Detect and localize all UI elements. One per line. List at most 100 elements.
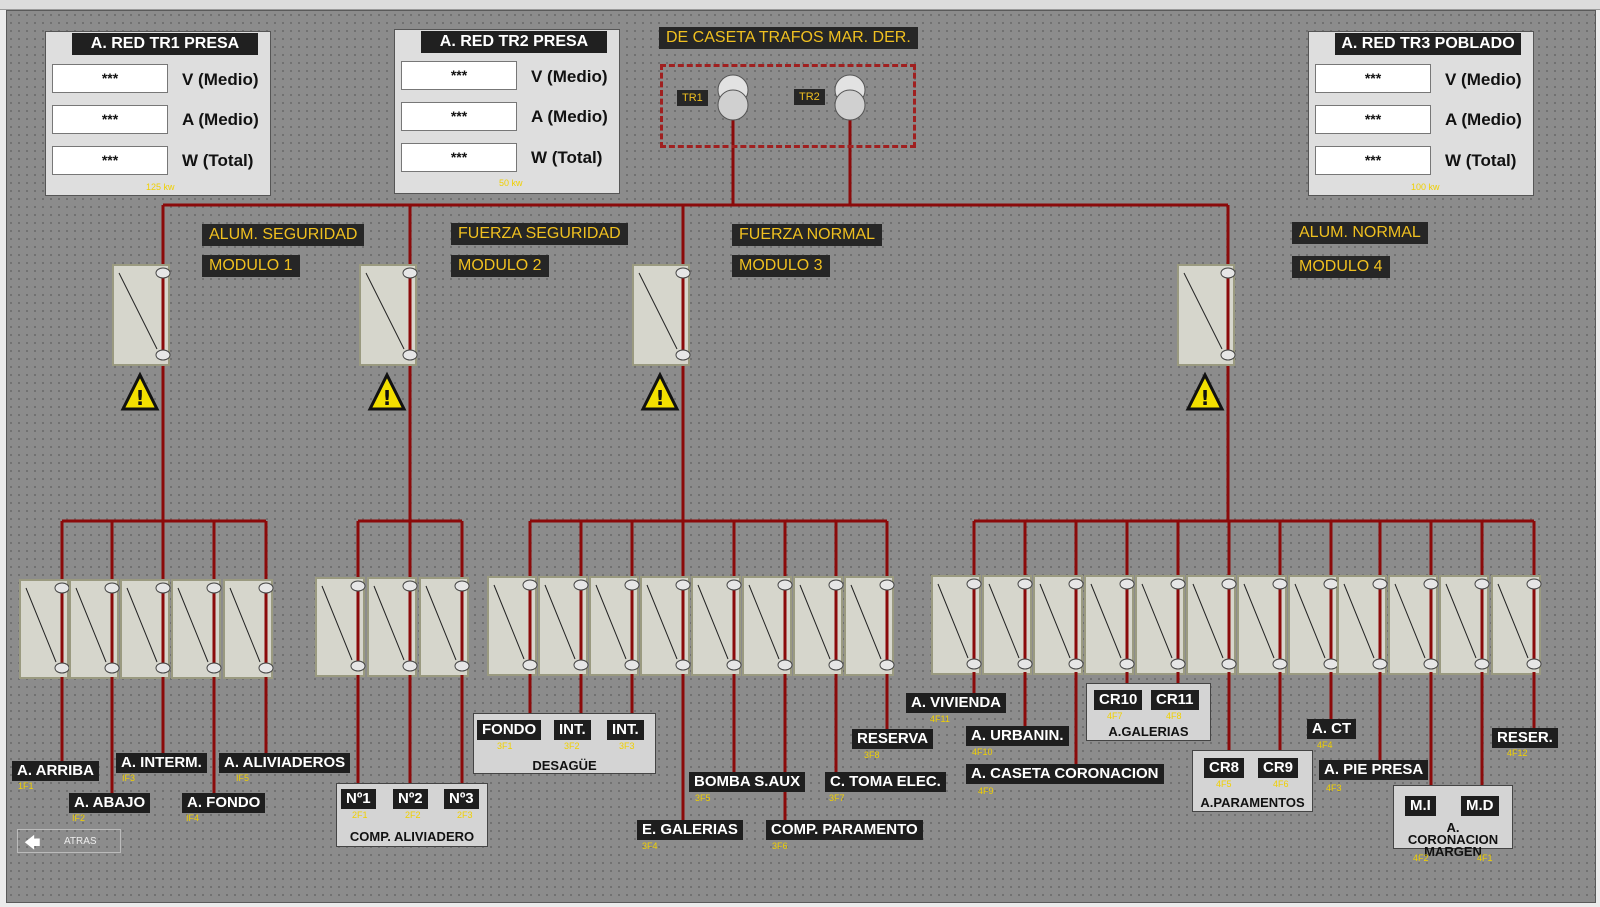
panel-tr3-title: A. RED TR3 POBLADO bbox=[1335, 33, 1521, 55]
feeder-n3[interactable]: Nº3 bbox=[444, 789, 479, 809]
feeder-n1-code: 2F1 bbox=[352, 810, 368, 820]
feeder-a-abajo[interactable]: A. ABAJO bbox=[69, 793, 151, 813]
tr3-current-value: *** bbox=[1315, 105, 1431, 134]
feeder-c-toma-elec[interactable]: C. TOMA ELEC. bbox=[825, 772, 946, 792]
feeder-reserva-code: 3F8 bbox=[864, 750, 880, 760]
module1-label: MODULO 1 bbox=[202, 255, 300, 277]
panel-tr2: A. RED TR2 PRESA *** V (Medio) *** A (Me… bbox=[394, 29, 620, 194]
tr1-label: TR1 bbox=[677, 90, 708, 106]
tr3-voltage-unit: V (Medio) bbox=[1445, 70, 1522, 89]
feeder-a-arriba-code: 1F1 bbox=[18, 781, 34, 791]
feeder-reserva[interactable]: RESERVA bbox=[852, 729, 934, 749]
feeder-comp-paramento-code: 3F6 bbox=[772, 841, 788, 851]
tr1-voltage-value: *** bbox=[52, 64, 168, 93]
comp-aliviadero-group-label: COMP. ALIVIADERO bbox=[349, 829, 475, 844]
tr1-power-value: *** bbox=[52, 146, 168, 175]
feeder-a-fondo-code: IF4 bbox=[186, 813, 200, 823]
feeder-a-fondo[interactable]: A. FONDO bbox=[182, 793, 266, 813]
tr1-power-unit: W (Total) bbox=[182, 151, 254, 170]
feeder-comp-paramento[interactable]: COMP. PARAMENTO bbox=[766, 820, 923, 840]
transformer-station-title: DE CASETA TRAFOS MAR. DER. bbox=[659, 27, 918, 49]
feeder-cr10[interactable]: CR10 bbox=[1094, 690, 1143, 710]
galerias-group-label: A.GALERIAS bbox=[1108, 724, 1189, 739]
feeder-fondo[interactable]: FONDO bbox=[477, 720, 542, 740]
feeder-bomba-saux-code: 3F5 bbox=[695, 793, 711, 803]
feeder-a-aliviaderos-code: IF5 bbox=[236, 773, 250, 783]
arrow-left-icon: 🡄 bbox=[24, 835, 41, 852]
module2-label: MODULO 2 bbox=[451, 255, 549, 277]
feeder-int-2-code: 3F3 bbox=[619, 741, 635, 751]
feeder-reser[interactable]: RESER. bbox=[1492, 728, 1558, 748]
feeder-a-urbanin[interactable]: A. URBANIN. bbox=[966, 726, 1069, 746]
feeder-e-galerias-code: 3F4 bbox=[642, 841, 658, 851]
tr3-power-unit: W (Total) bbox=[1445, 151, 1517, 170]
panel-tr1-title: A. RED TR1 PRESA bbox=[72, 33, 258, 55]
tr3-current-unit: A (Medio) bbox=[1445, 110, 1522, 129]
feeder-cr10-code: 4F7 bbox=[1107, 711, 1123, 721]
module2-name: FUERZA SEGURIDAD bbox=[451, 223, 628, 245]
feeder-md-code: 4F1 bbox=[1477, 853, 1493, 863]
panel-tr3: A. RED TR3 POBLADO *** V (Medio) *** A (… bbox=[1308, 31, 1534, 196]
back-button[interactable]: 🡄 ATRAS bbox=[17, 829, 121, 853]
feeder-cr11[interactable]: CR11 bbox=[1151, 690, 1199, 710]
feeder-cr9-code: 4F6 bbox=[1273, 779, 1289, 789]
module4-label: MODULO 4 bbox=[1292, 256, 1390, 278]
tr1-rated-power: 125 kw bbox=[146, 182, 175, 192]
paramentos-group-label: A.PARAMENTOS bbox=[1200, 795, 1305, 810]
back-button-label: ATRAS bbox=[64, 836, 97, 847]
feeder-mi-code: 4F2 bbox=[1413, 853, 1429, 863]
feeder-a-vivienda[interactable]: A. VIVIENDA bbox=[906, 693, 1007, 713]
feeder-a-ct[interactable]: A. CT bbox=[1307, 719, 1357, 739]
feeder-c-toma-elec-code: 3F7 bbox=[829, 793, 845, 803]
feeder-a-arriba[interactable]: A. ARRIBA bbox=[12, 761, 99, 781]
tr3-rated-power: 100 kw bbox=[1411, 182, 1440, 192]
tr2-current-value: *** bbox=[401, 102, 517, 131]
tr1-voltage-unit: V (Medio) bbox=[182, 70, 259, 89]
feeder-a-aliviaderos[interactable]: A. ALIVIADEROS bbox=[219, 753, 351, 773]
coronacion-group: A. CORONACION MARGEN bbox=[1393, 785, 1513, 858]
module4-name: ALUM. NORMAL bbox=[1292, 222, 1428, 244]
feeder-a-ct-code: 4F4 bbox=[1317, 740, 1333, 750]
feeder-int-1[interactable]: INT. bbox=[554, 720, 591, 740]
tr3-voltage-value: *** bbox=[1315, 64, 1431, 93]
feeder-md[interactable]: M.D bbox=[1461, 796, 1499, 816]
feeder-n3-code: 2F3 bbox=[457, 810, 473, 820]
feeder-a-interm-code: IF3 bbox=[122, 773, 136, 783]
desague-group-label: DESAGÜE bbox=[532, 758, 597, 773]
feeder-cr8[interactable]: CR8 bbox=[1204, 758, 1245, 778]
panel-tr1: A. RED TR1 PRESA *** V (Medio) *** A (Me… bbox=[45, 31, 271, 196]
feeder-a-caseta-coronacion-code: 4F9 bbox=[978, 786, 994, 796]
feeder-a-interm[interactable]: A. INTERM. bbox=[116, 753, 207, 773]
tr2-label: TR2 bbox=[794, 89, 825, 105]
coronacion-group-label: A. CORONACION MARGEN bbox=[1407, 820, 1499, 859]
feeder-n2[interactable]: Nº2 bbox=[393, 789, 428, 809]
module1-name: ALUM. SEGURIDAD bbox=[202, 224, 365, 246]
tr2-rated-power: 50 kw bbox=[499, 178, 523, 188]
feeder-int-2[interactable]: INT. bbox=[607, 720, 644, 740]
tr2-voltage-unit: V (Medio) bbox=[531, 67, 608, 86]
feeder-bomba-saux[interactable]: BOMBA S.AUX bbox=[689, 772, 806, 792]
feeder-n2-code: 2F2 bbox=[405, 810, 421, 820]
feeder-fondo-code: 3F1 bbox=[497, 741, 513, 751]
tr2-voltage-value: *** bbox=[401, 61, 517, 90]
tr2-power-unit: W (Total) bbox=[531, 148, 603, 167]
module3-name: FUERZA NORMAL bbox=[732, 224, 883, 246]
feeder-e-galerias[interactable]: E. GALERIAS bbox=[637, 820, 743, 840]
feeder-mi[interactable]: M.I bbox=[1405, 796, 1436, 816]
feeder-reser-code: 4F12 bbox=[1507, 748, 1528, 758]
feeder-a-pie-presa[interactable]: A. PIE PRESA bbox=[1319, 760, 1429, 780]
window-toolbar-strip bbox=[0, 0, 1600, 10]
feeder-a-urbanin-code: 4F10 bbox=[972, 747, 993, 757]
feeder-cr8-code: 4F5 bbox=[1216, 779, 1232, 789]
feeder-n1[interactable]: Nº1 bbox=[341, 789, 376, 809]
tr2-current-unit: A (Medio) bbox=[531, 107, 608, 126]
transformer-area bbox=[660, 64, 916, 148]
feeder-int-1-code: 3F2 bbox=[564, 741, 580, 751]
module3-label: MODULO 3 bbox=[732, 255, 830, 277]
tr2-power-value: *** bbox=[401, 143, 517, 172]
feeder-cr9[interactable]: CR9 bbox=[1258, 758, 1299, 778]
tr1-current-unit: A (Medio) bbox=[182, 110, 259, 129]
feeder-a-pie-presa-code: 4F3 bbox=[1326, 783, 1342, 793]
tr3-power-value: *** bbox=[1315, 146, 1431, 175]
feeder-a-caseta-coronacion[interactable]: A. CASETA CORONACION bbox=[966, 764, 1164, 784]
